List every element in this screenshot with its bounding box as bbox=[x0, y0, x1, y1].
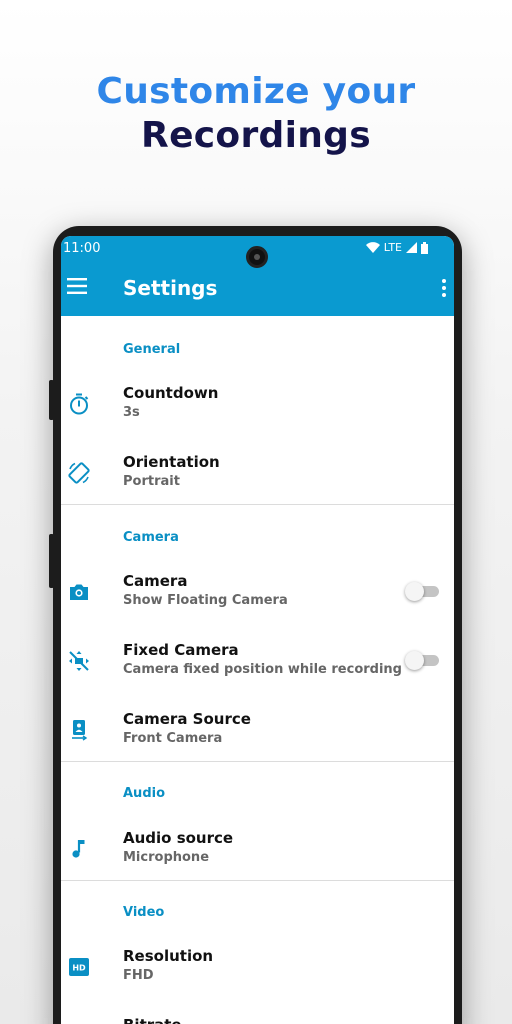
signal-icon bbox=[406, 242, 417, 253]
phone-side-button bbox=[49, 380, 54, 420]
camera-icon bbox=[70, 584, 88, 600]
app-bar: 11:00 LTE Settings bbox=[61, 236, 454, 316]
wifi-icon bbox=[365, 242, 380, 253]
promo-headline: Customize your Recordings bbox=[0, 70, 512, 158]
music-note-icon bbox=[72, 840, 85, 858]
setting-value: 3s bbox=[123, 405, 140, 420]
setting-value: Microphone bbox=[123, 850, 210, 865]
setting-bitrate[interactable]: Bitrate bbox=[61, 1006, 454, 1024]
setting-title: Fixed Camera bbox=[123, 641, 239, 659]
setting-value: Front Camera bbox=[123, 731, 223, 746]
phone-screen: 11:00 LTE Settings General Countdown 3s … bbox=[61, 236, 454, 1024]
setting-value: Camera fixed position while recording bbox=[123, 662, 402, 677]
section-title-video: Video bbox=[123, 905, 165, 920]
setting-countdown[interactable]: Countdown 3s bbox=[61, 374, 454, 442]
section-divider bbox=[61, 504, 454, 505]
network-label: LTE bbox=[383, 241, 402, 254]
camera-toggle-switch[interactable] bbox=[405, 582, 439, 601]
setting-title: Bitrate bbox=[123, 1016, 182, 1024]
more-vert-icon[interactable] bbox=[440, 278, 448, 298]
setting-value: FHD bbox=[123, 968, 154, 983]
headline-line-2: Recordings bbox=[141, 115, 371, 156]
front-camera-cutout bbox=[246, 246, 268, 268]
setting-audio-source[interactable]: Audio source Microphone bbox=[61, 819, 454, 887]
section-divider bbox=[61, 880, 454, 881]
setting-orientation[interactable]: Orientation Portrait bbox=[61, 443, 454, 511]
setting-value: Portrait bbox=[123, 474, 180, 489]
setting-fixed-camera[interactable]: Fixed Camera Camera fixed position while… bbox=[61, 631, 454, 699]
screen-rotation-icon bbox=[68, 462, 90, 484]
toggle-thumb bbox=[405, 582, 424, 601]
status-icons: LTE bbox=[365, 241, 428, 254]
setting-title: Camera Source bbox=[123, 710, 251, 728]
setting-value: Show Floating Camera bbox=[123, 593, 288, 608]
setting-camera[interactable]: Camera Show Floating Camera bbox=[61, 562, 454, 630]
headline-line-1: Customize your bbox=[96, 71, 416, 112]
hd-icon: HD bbox=[69, 958, 89, 976]
svg-text:HD: HD bbox=[72, 964, 86, 973]
battery-icon bbox=[421, 241, 428, 254]
setting-title: Resolution bbox=[123, 947, 214, 965]
setting-title: Orientation bbox=[123, 453, 220, 471]
section-title-general: General bbox=[123, 342, 181, 357]
setting-camera-source[interactable]: Camera Source Front Camera bbox=[61, 700, 454, 768]
fixed-camera-icon bbox=[69, 651, 89, 671]
section-title-camera: Camera bbox=[123, 530, 179, 545]
camera-front-icon bbox=[72, 720, 88, 741]
setting-resolution[interactable]: HD Resolution FHD bbox=[61, 937, 454, 1005]
phone-side-button bbox=[49, 534, 54, 588]
status-time: 11:00 bbox=[63, 241, 101, 256]
fixed-camera-toggle-switch[interactable] bbox=[405, 651, 439, 670]
section-divider bbox=[61, 761, 454, 762]
toggle-thumb bbox=[405, 651, 424, 670]
page-title: Settings bbox=[123, 276, 218, 300]
hamburger-icon[interactable] bbox=[67, 277, 89, 295]
setting-title: Camera bbox=[123, 572, 188, 590]
section-title-audio: Audio bbox=[123, 786, 166, 801]
setting-title: Audio source bbox=[123, 829, 234, 847]
timer-icon bbox=[70, 393, 89, 415]
setting-title: Countdown bbox=[123, 384, 219, 402]
